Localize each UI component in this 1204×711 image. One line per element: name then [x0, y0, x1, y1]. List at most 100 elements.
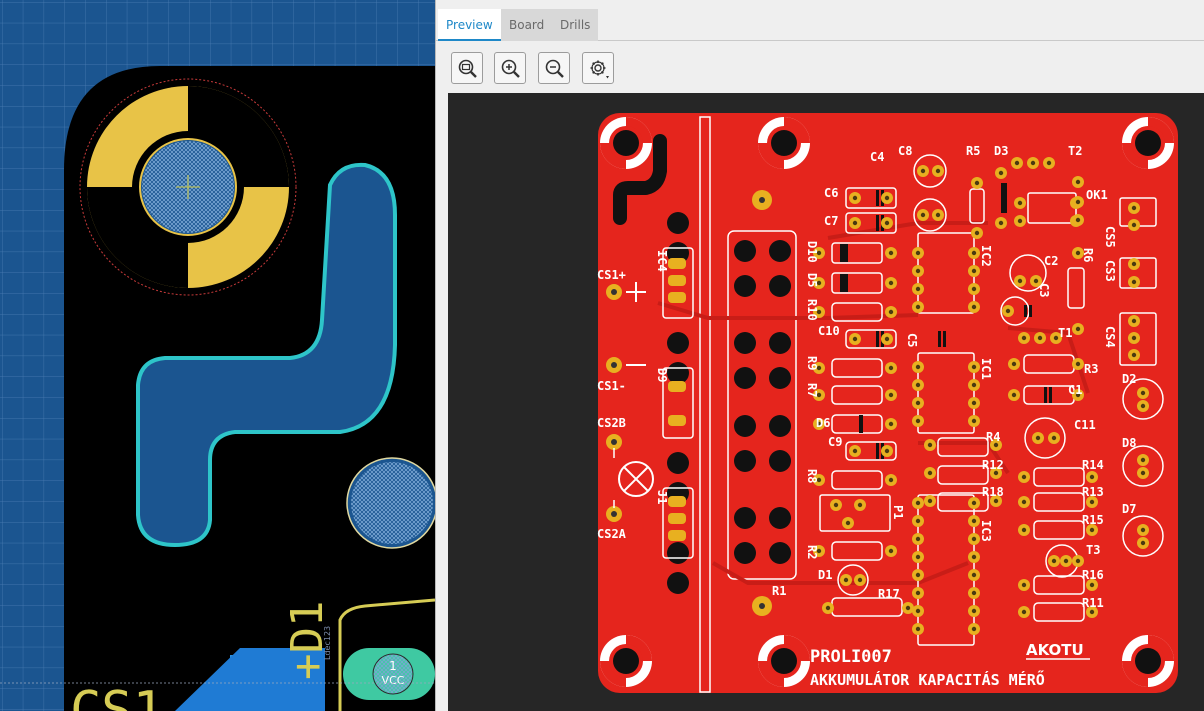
pad-drill: [1011, 392, 1017, 398]
preview-settings-button[interactable]: [582, 52, 614, 84]
ref-cs3: CS3: [1103, 260, 1117, 282]
pad-drill: [1021, 609, 1027, 615]
pad-drill: [915, 536, 921, 542]
pcb-editor-view: 1 VCC +D1 Ldec123 CS1: [0, 0, 435, 711]
pad-drill: [1021, 474, 1027, 480]
pad-drill: [1089, 582, 1095, 588]
ref-j1: J1: [655, 490, 669, 504]
pad-drill: [915, 626, 921, 632]
pad-drill: [971, 364, 977, 370]
pad-drill: [1131, 279, 1137, 285]
ref-r4: R4: [986, 430, 1000, 444]
ref-r6: R6: [1081, 248, 1095, 262]
pad-drill: [1011, 361, 1017, 367]
pad-drill: [1140, 470, 1146, 476]
ref-cs1-plus: CS1+: [597, 268, 626, 282]
ref-ok1: OK1: [1086, 188, 1108, 202]
tab-bar: Preview Board Drills: [436, 4, 1204, 41]
pad-drill: [998, 170, 1004, 176]
ref-r5: R5: [966, 144, 980, 158]
pad-drill: [845, 520, 851, 526]
pad-drill: [971, 268, 977, 274]
ref-c4: C4: [870, 150, 884, 164]
ref-r3: R3: [1084, 362, 1098, 376]
zoom-fit-icon: [458, 59, 477, 78]
pad-drill: [927, 498, 933, 504]
akotu-logo: AKOTU: [1026, 641, 1090, 660]
pad-drill: [971, 382, 977, 388]
pad-drill: [888, 280, 894, 286]
ref-ic3: IC3: [979, 520, 993, 542]
pad-drill: [1089, 527, 1095, 533]
pad-drill: [1089, 609, 1095, 615]
pad-drill: [915, 590, 921, 596]
pad-drill: [1017, 278, 1023, 284]
ref-r8: R8: [805, 469, 819, 483]
pad-drill: [1046, 160, 1052, 166]
logo-text: AKOTU: [1026, 641, 1084, 659]
pad-drill: [1140, 390, 1146, 396]
pad-drill: [1051, 435, 1057, 441]
ref-r13: R13: [1082, 485, 1104, 499]
pad-drill: [1131, 205, 1137, 211]
pad-drill: [1037, 335, 1043, 341]
preview-toolbar: [436, 42, 1204, 92]
tab-board[interactable]: Board: [501, 9, 553, 41]
ref-c10: C10: [818, 324, 840, 338]
pad-drill: [915, 286, 921, 292]
tab-drills[interactable]: Drills: [552, 9, 599, 41]
pad-drill: [1005, 308, 1011, 314]
zoom-out-icon: [545, 59, 564, 78]
ref-t2: T2: [1068, 144, 1082, 158]
pad-drill: [1140, 457, 1146, 463]
pad-drill: [915, 364, 921, 370]
ref-r17: R17: [878, 587, 900, 601]
pad-drill: [884, 448, 890, 454]
mounting-hole: [1122, 635, 1174, 687]
pad-drill: [998, 220, 1004, 226]
pad-drill: [888, 477, 894, 483]
pad-drill: [1075, 558, 1081, 564]
ref-r7: R7: [805, 383, 819, 397]
ref-d7: D7: [1122, 502, 1136, 516]
pad-drill: [971, 286, 977, 292]
pad-drill: [884, 336, 890, 342]
pad-drill: [935, 168, 941, 174]
pad-drill: [857, 502, 863, 508]
pad-drill: [915, 400, 921, 406]
pad-drill: [833, 502, 839, 508]
ref-d6: D6: [816, 416, 830, 430]
ref-c6: C6: [824, 186, 838, 200]
pad-drill: [1131, 335, 1137, 341]
pad-drill: [971, 250, 977, 256]
pad-drill: [1063, 558, 1069, 564]
zoom-fit-button[interactable]: [451, 52, 483, 84]
pad-drill: [1030, 160, 1036, 166]
ref-t3: T3: [1086, 543, 1100, 557]
pcb-editor-canvas[interactable]: 1 VCC +D1 Ldec123 CS1: [0, 0, 435, 711]
pad-drill: [971, 626, 977, 632]
mounting-hole: [1122, 117, 1174, 169]
ref-t1: T1: [1058, 326, 1072, 340]
ref-c2: C2: [1044, 254, 1058, 268]
pad-drill: [888, 309, 894, 315]
preview-canvas[interactable]: C4 C8 R5 D3 T2 C6 C7 OK1 CS5 IC4 IC2 C2 …: [448, 93, 1204, 711]
pad-drill: [1021, 335, 1027, 341]
ref-r10: R10: [805, 299, 819, 321]
ref-c7: C7: [824, 214, 838, 228]
pad-drill: [971, 536, 977, 542]
zoom-out-button[interactable]: [538, 52, 570, 84]
tab-preview[interactable]: Preview: [438, 9, 501, 41]
pad-drill: [1089, 474, 1095, 480]
pad-drill: [971, 608, 977, 614]
board-preview: C4 C8 R5 D3 T2 C6 C7 OK1 CS5 IC4 IC2 C2 …: [597, 113, 1178, 693]
ref-d8: D8: [1122, 436, 1136, 450]
pad-drill: [888, 365, 894, 371]
pad-drill: [1140, 403, 1146, 409]
pad-drill: [852, 195, 858, 201]
mounting-hole-2-hatch: [351, 462, 433, 544]
zoom-in-button[interactable]: [494, 52, 526, 84]
ref-r14: R14: [1082, 458, 1104, 472]
pad-drill: [971, 572, 977, 578]
pad-drill: [974, 180, 980, 186]
